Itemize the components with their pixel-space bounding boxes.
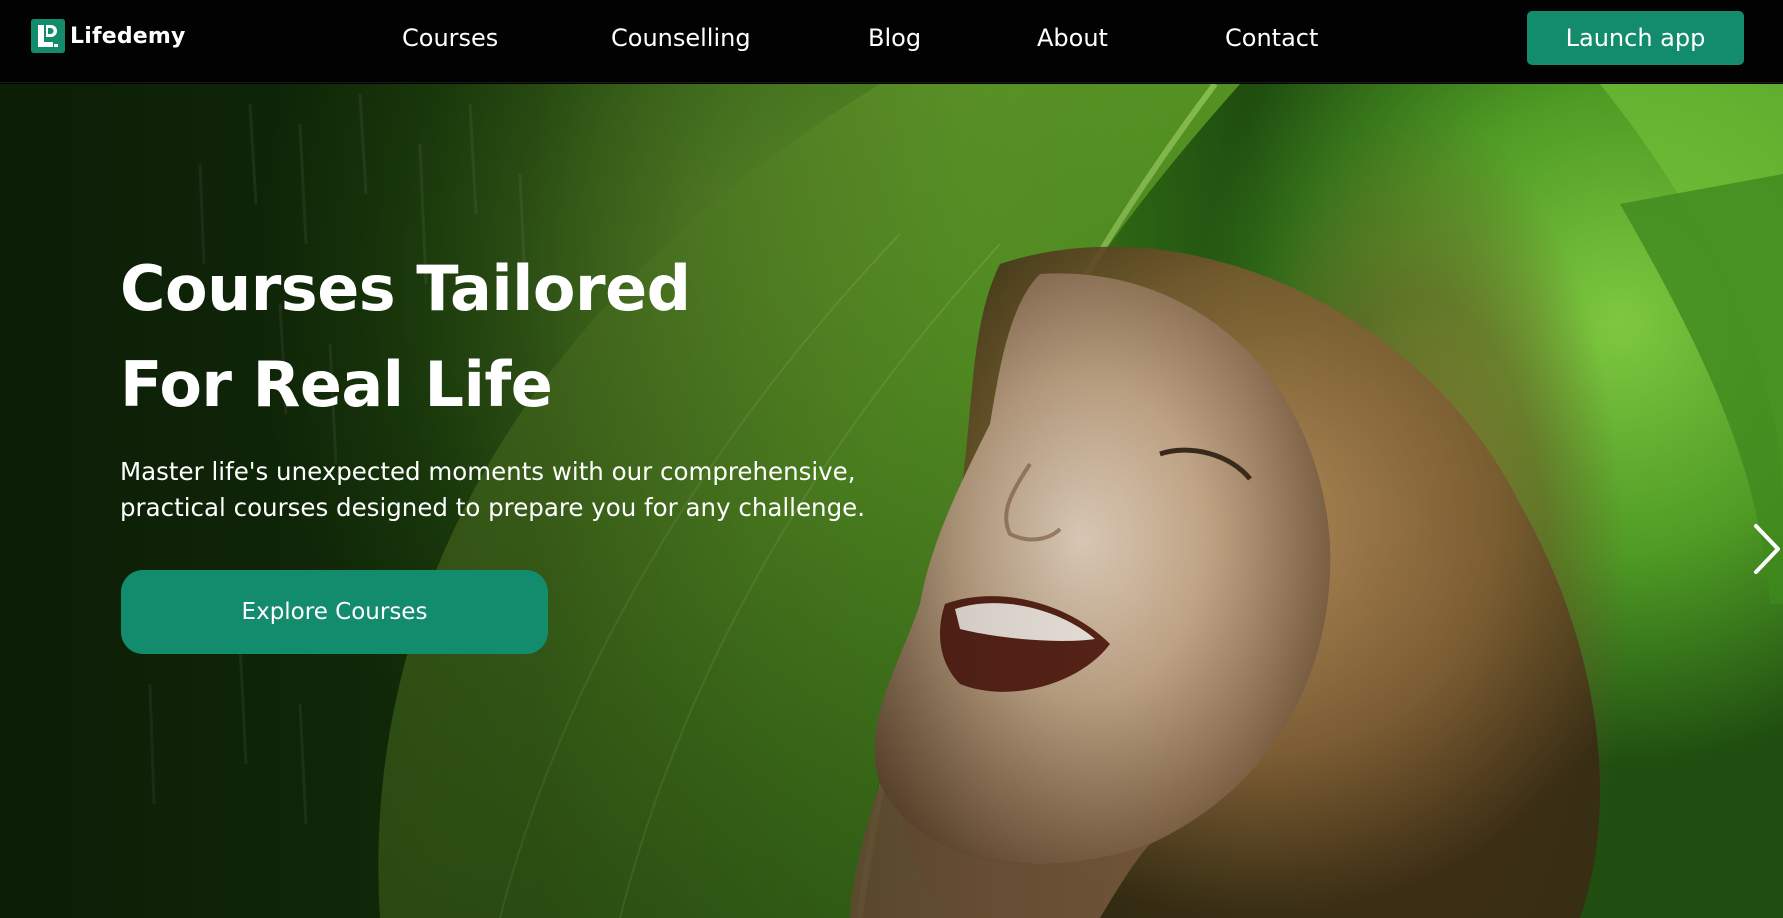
hero-title-line-1: Courses Tailored <box>120 252 691 325</box>
hero-section: Courses Tailored For Real Life Master li… <box>0 84 1783 918</box>
nav-item-counselling[interactable]: Counselling <box>611 20 751 56</box>
hero-subtitle: Master life's unexpected moments with ou… <box>120 454 920 526</box>
hero-title: Courses Tailored For Real Life <box>120 241 820 433</box>
top-navigation-bar: Lifedemy Courses Counselling Blog About … <box>0 0 1783 83</box>
nav-item-about[interactable]: About <box>1037 20 1108 56</box>
hero-subtitle-line-2: practical courses designed to prepare yo… <box>120 493 865 522</box>
lifedemy-logo-icon <box>31 19 65 53</box>
hero-subtitle-line-1: Master life's unexpected moments with ou… <box>120 457 856 486</box>
nav-item-blog[interactable]: Blog <box>868 20 921 56</box>
nav-item-courses[interactable]: Courses <box>402 20 498 56</box>
nav-item-contact[interactable]: Contact <box>1225 20 1318 56</box>
brand-logo-link[interactable]: Lifedemy <box>31 19 186 53</box>
explore-courses-button[interactable]: Explore Courses <box>121 570 548 654</box>
brand-name: Lifedemy <box>70 23 186 49</box>
launch-app-button[interactable]: Launch app <box>1527 11 1744 65</box>
hero-title-line-2: For Real Life <box>120 348 553 421</box>
chevron-right-icon <box>1754 524 1780 574</box>
carousel-next-button[interactable] <box>1750 514 1783 584</box>
